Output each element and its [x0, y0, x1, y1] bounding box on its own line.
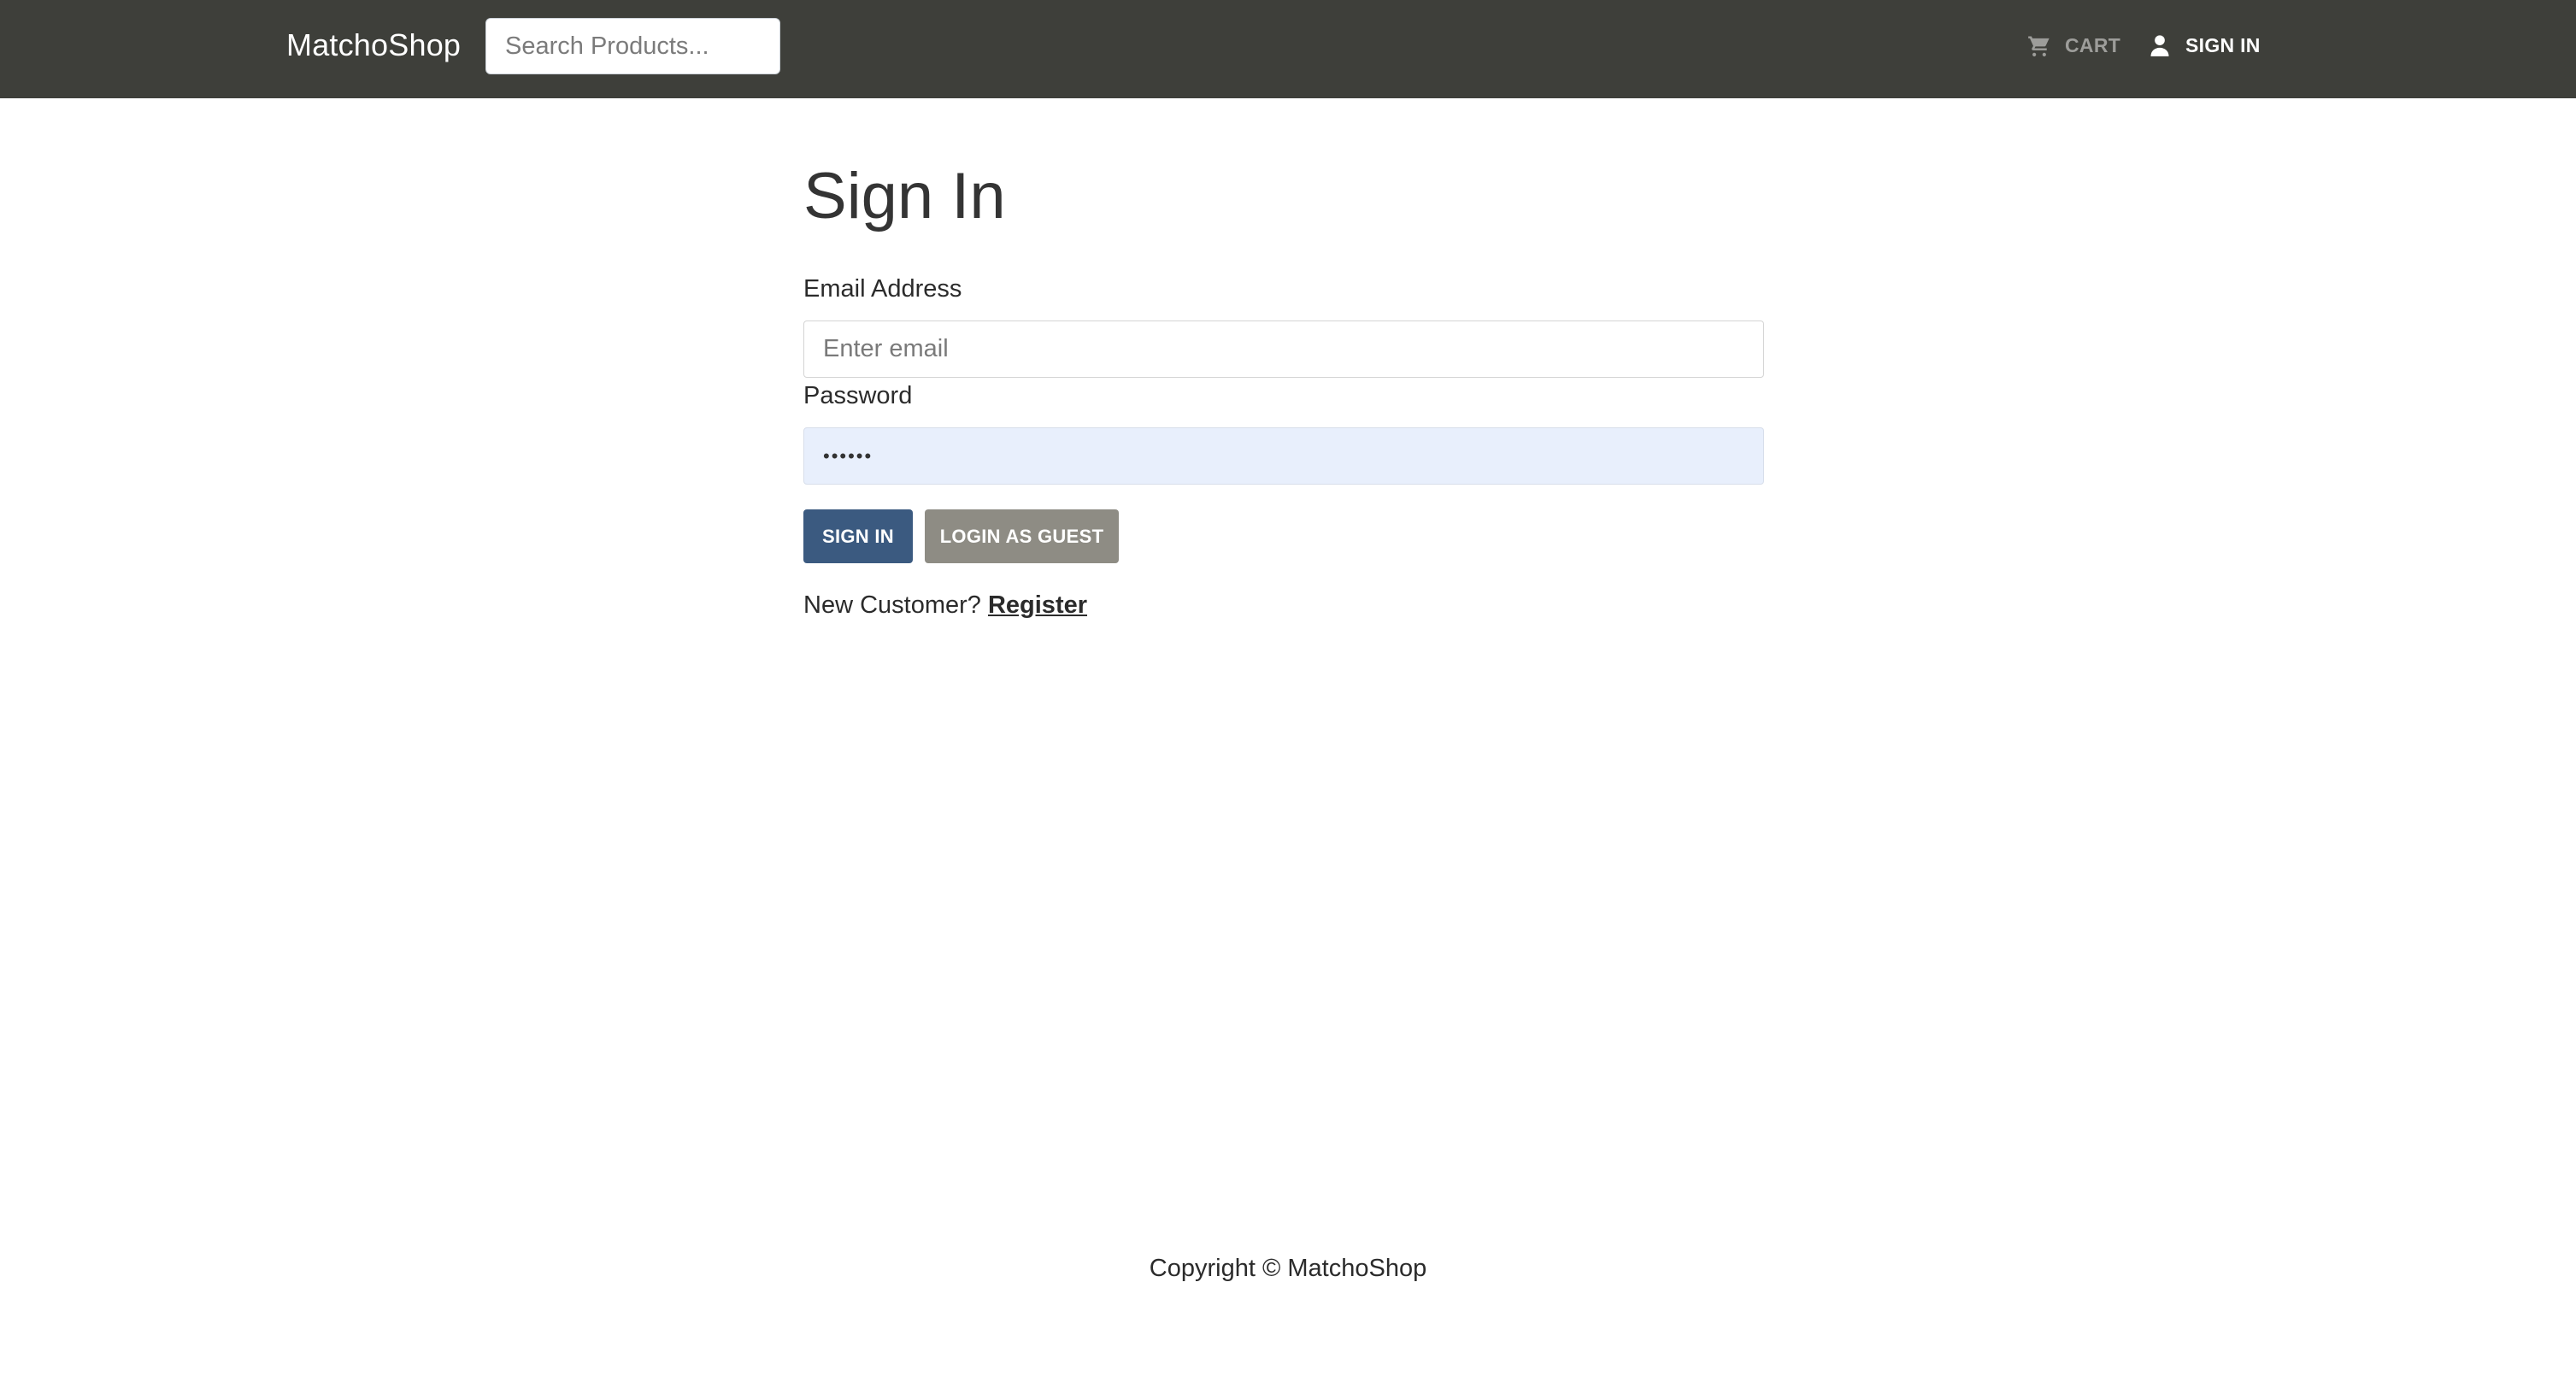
footer: Copyright © MatchoShop	[0, 1251, 2576, 1285]
copyright-text: Copyright © MatchoShop	[1149, 1255, 1427, 1282]
brand-logo-link[interactable]: MatchoShop	[286, 24, 461, 67]
email-label: Email Address	[803, 275, 962, 303]
nav-signin-label: SIGN IN	[2185, 33, 2261, 56]
nav-cart-label: CART	[2065, 33, 2121, 56]
user-icon	[2148, 33, 2172, 57]
cart-icon	[2027, 33, 2051, 57]
email-field[interactable]	[803, 321, 1764, 378]
navbar: MatchoShop CART SIGN IN	[0, 0, 2576, 98]
password-field[interactable]	[803, 427, 1764, 485]
password-label: Password	[803, 382, 913, 409]
nav-signin-link[interactable]: SIGN IN	[2148, 26, 2261, 65]
register-prompt: New Customer? Register	[803, 588, 1087, 622]
search-input[interactable]	[485, 18, 780, 74]
new-customer-text: New Customer?	[803, 591, 981, 619]
login-as-guest-button[interactable]: LOGIN AS GUEST	[925, 509, 1119, 563]
register-link[interactable]: Register	[988, 591, 1087, 619]
sign-in-button[interactable]: SIGN IN	[803, 509, 913, 563]
nav-cart-link[interactable]: CART	[2027, 26, 2120, 65]
page-title: Sign In	[803, 160, 1006, 232]
